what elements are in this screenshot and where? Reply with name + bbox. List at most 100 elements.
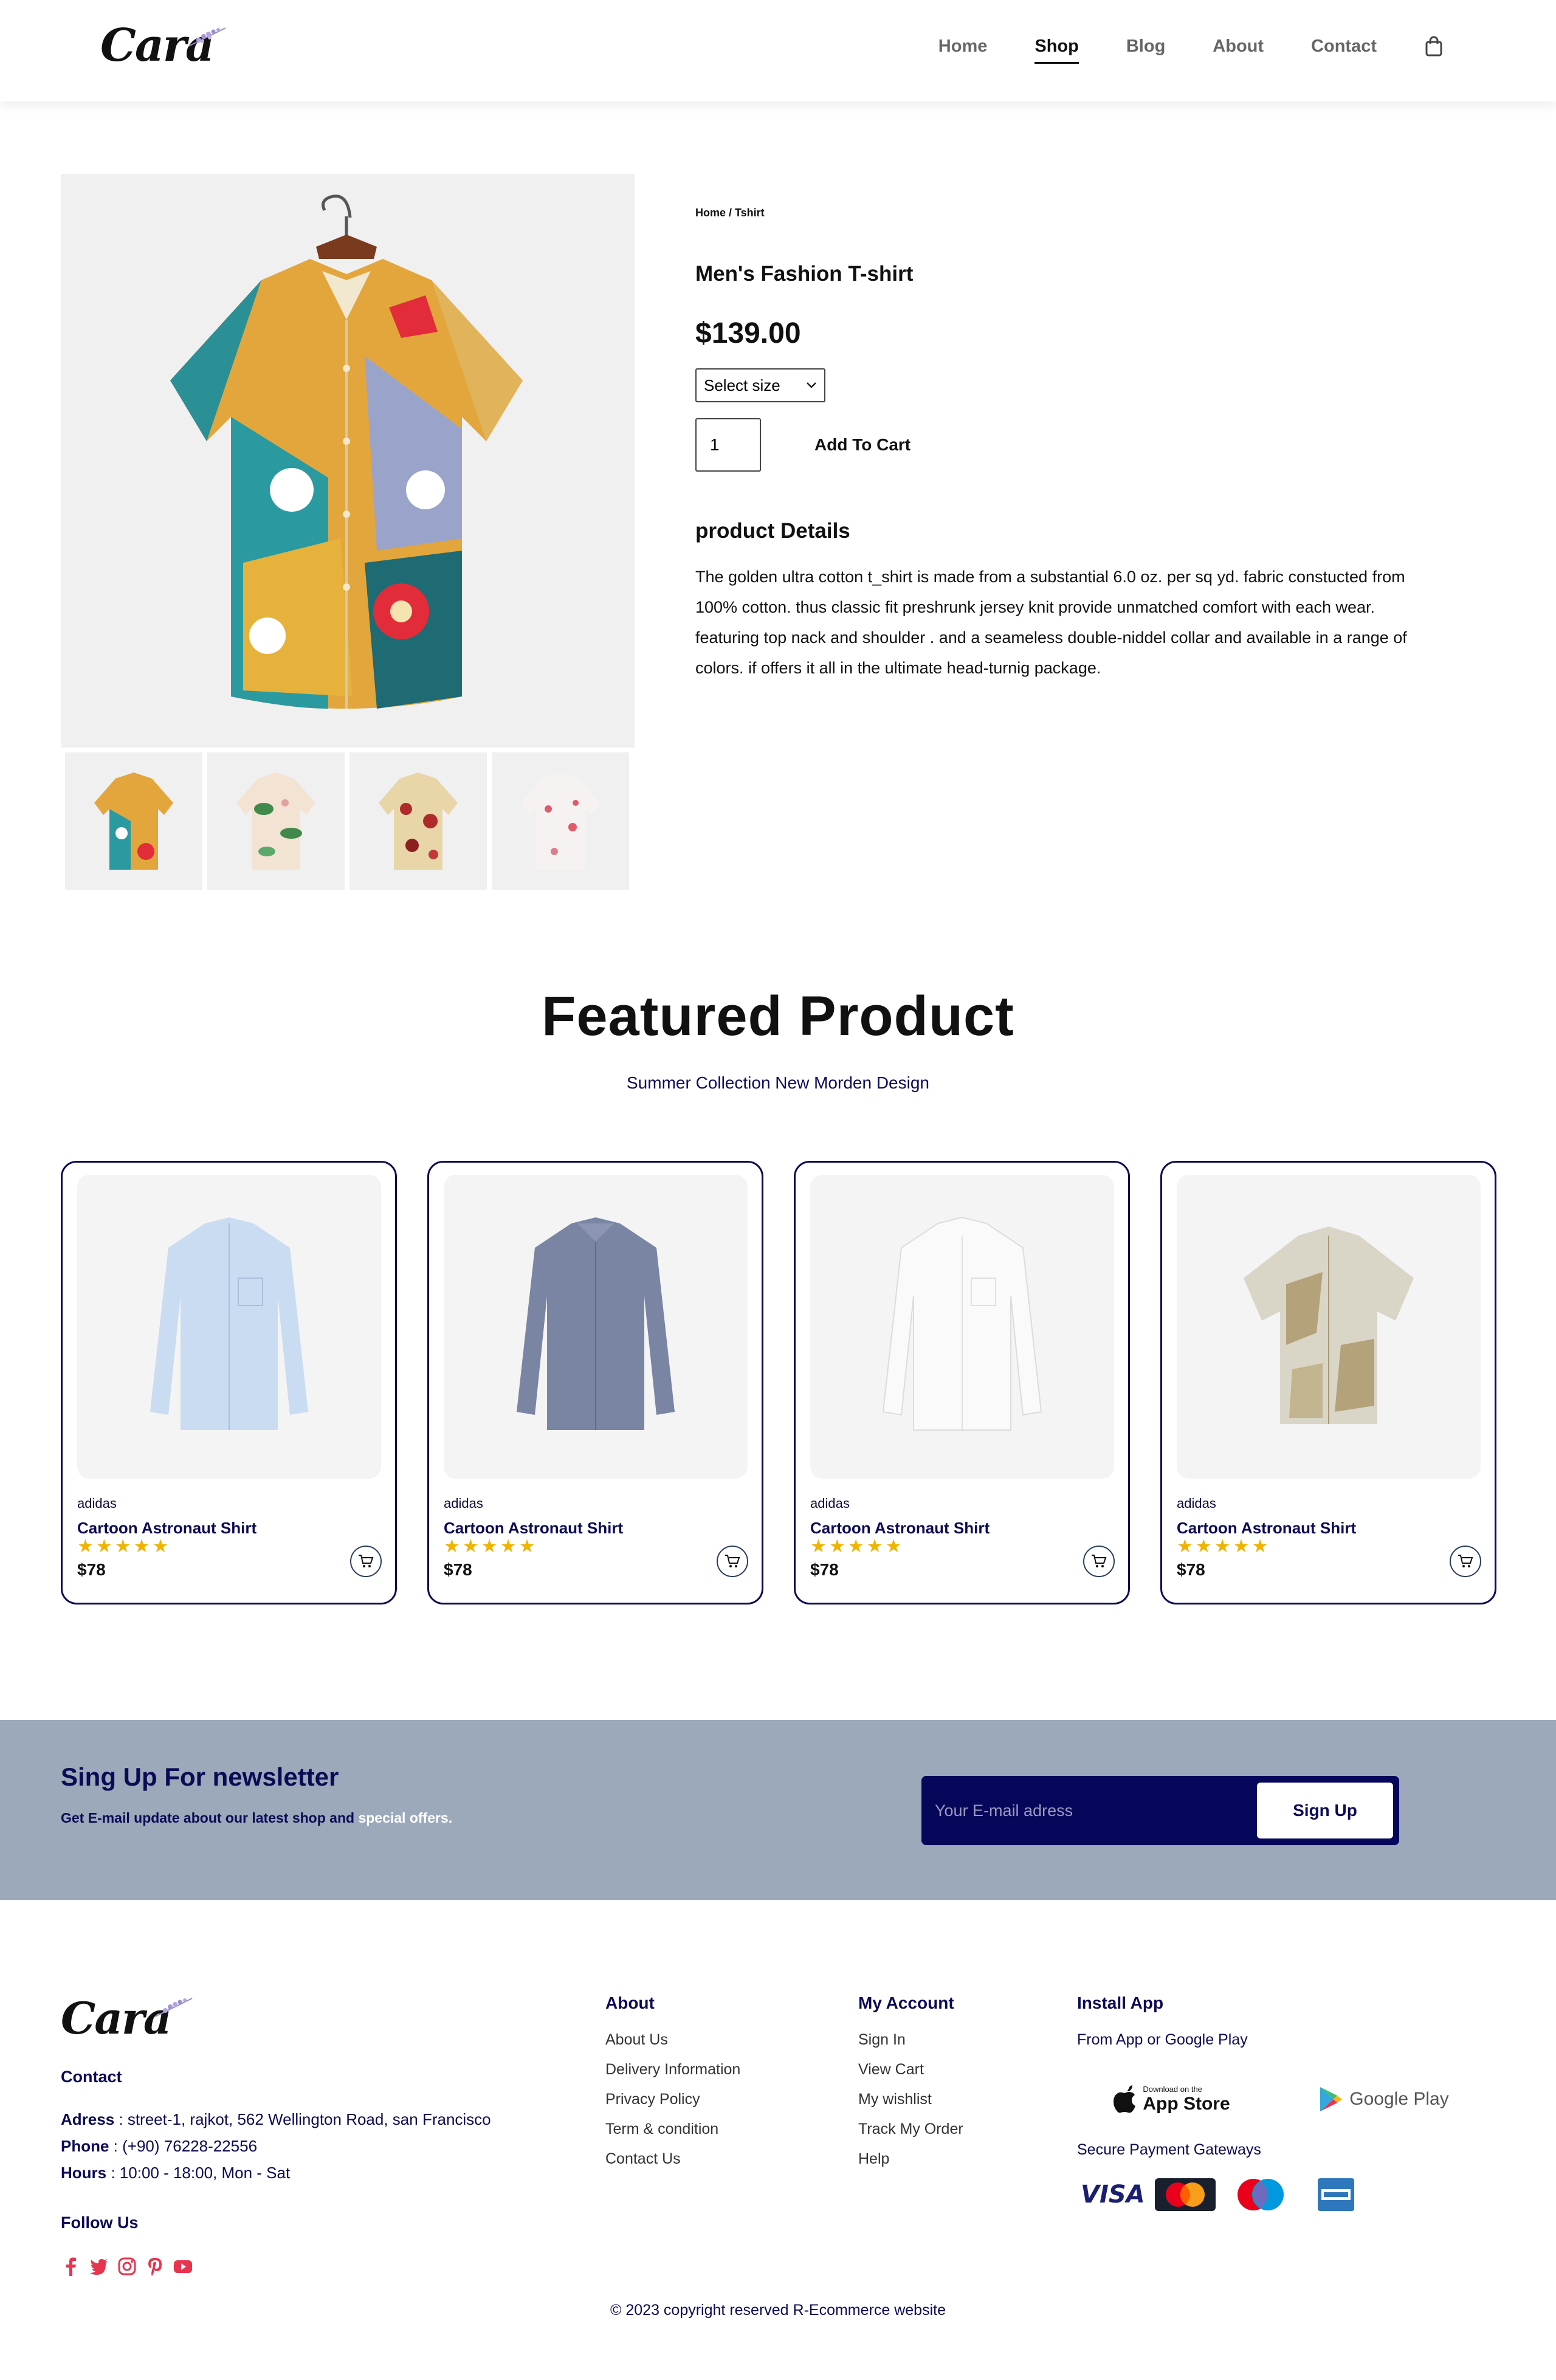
google-play-icon bbox=[1320, 2087, 1343, 2111]
pinterest-icon[interactable] bbox=[145, 2256, 165, 2277]
product-card[interactable]: adidas Cartoon Astronaut Shirt ★★★★★ $78 bbox=[794, 1161, 1130, 1604]
add-to-cart-button[interactable] bbox=[717, 1546, 748, 1577]
add-to-cart-button[interactable] bbox=[350, 1546, 382, 1577]
link-sign-in[interactable]: Sign In bbox=[858, 2031, 963, 2049]
logo[interactable]: Cara bbox=[100, 19, 226, 74]
nav-blog[interactable]: Blog bbox=[1126, 36, 1165, 57]
shirt-thumb-multicolor bbox=[94, 772, 173, 870]
google-play-badge[interactable]: Google Play bbox=[1290, 2079, 1478, 2119]
featured-subtitle: Summer Collection New Morden Design bbox=[627, 1073, 929, 1092]
product-card-image bbox=[810, 1175, 1114, 1479]
shirt-thumb-white-floral bbox=[521, 772, 600, 870]
product-card[interactable]: adidas Cartoon Astronaut Shirt ★★★★★ $78 bbox=[61, 1161, 397, 1604]
nav-about[interactable]: About bbox=[1213, 36, 1264, 57]
link-view-cart[interactable]: View Cart bbox=[858, 2061, 963, 2079]
link-wishlist[interactable]: My wishlist bbox=[858, 2091, 963, 2108]
app-store-big-text: App Store bbox=[1143, 2093, 1230, 2114]
product-price: $78 bbox=[810, 1560, 839, 1579]
product-title: Men's Fashion T-shirt bbox=[695, 262, 914, 286]
product-price: $78 bbox=[444, 1560, 472, 1579]
cart-row: 1 Add To Cart bbox=[695, 418, 1425, 472]
shopping-bag-icon[interactable] bbox=[1424, 35, 1444, 57]
lavender-flower-icon bbox=[188, 27, 226, 47]
newsletter-subtitle: Get E-mail update about our latest shop … bbox=[61, 1810, 452, 1826]
size-select[interactable]: Select size bbox=[695, 368, 825, 402]
nav-home[interactable]: Home bbox=[938, 36, 988, 57]
rating-stars: ★★★★★ bbox=[77, 1536, 171, 1556]
rating-stars: ★★★★★ bbox=[1177, 1536, 1271, 1556]
main-nav: Home Shop Blog About Contact bbox=[938, 35, 1444, 64]
rating-stars: ★★★★★ bbox=[444, 1536, 538, 1556]
link-privacy-policy[interactable]: Privacy Policy bbox=[605, 2091, 740, 2108]
quantity-input[interactable]: 1 bbox=[695, 418, 761, 472]
thumbnail-4[interactable] bbox=[492, 752, 629, 890]
youtube-icon[interactable] bbox=[173, 2256, 193, 2277]
mastercard-icon bbox=[1155, 2178, 1216, 2211]
thumbnail-gallery bbox=[65, 752, 629, 890]
newsletter-title: Sing Up For newsletter bbox=[61, 1763, 339, 1791]
shirt-light-blue bbox=[150, 1217, 308, 1430]
shirt-thumb-floral-red bbox=[379, 772, 458, 870]
american-express-icon bbox=[1318, 2178, 1354, 2211]
instagram-icon[interactable] bbox=[117, 2256, 137, 2277]
account-heading: My Account bbox=[858, 1993, 954, 2012]
footer-logo[interactable]: Cara bbox=[61, 1992, 193, 2047]
social-links bbox=[61, 2256, 193, 2277]
cart-icon bbox=[1458, 1555, 1473, 1567]
product-brand: adidas bbox=[1177, 1496, 1216, 1511]
add-to-cart-button[interactable] bbox=[1083, 1546, 1115, 1577]
address-label: Adress bbox=[61, 2110, 115, 2128]
rating-stars: ★★★★★ bbox=[810, 1536, 904, 1556]
svg-text:VISA: VISA bbox=[1081, 2181, 1143, 2209]
twitter-icon[interactable] bbox=[89, 2256, 109, 2277]
product-brand: adidas bbox=[444, 1496, 483, 1511]
app-store-label: Download on the App Store bbox=[1143, 2085, 1230, 2114]
newsletter-section: Sing Up For newsletter Get E-mail update… bbox=[0, 1720, 1556, 1900]
product-card[interactable]: adidas Cartoon Astronaut Shirt ★★★★★ $78 bbox=[427, 1161, 763, 1604]
maestro-icon bbox=[1238, 2179, 1284, 2210]
payment-methods: VISA bbox=[1077, 2175, 1478, 2215]
product-name: Cartoon Astronaut Shirt bbox=[810, 1519, 990, 1537]
address-value: : street-1, rajkot, 562 Wellington Road,… bbox=[114, 2110, 491, 2128]
facebook-icon[interactable] bbox=[61, 2256, 81, 2277]
shirt-grey-blue bbox=[517, 1217, 675, 1430]
newsletter-subtitle-main: Get E-mail update about our latest shop … bbox=[61, 1810, 359, 1826]
product-card[interactable]: adidas Cartoon Astronaut Shirt ★★★★★ $78 bbox=[1160, 1161, 1496, 1604]
link-terms[interactable]: Term & condition bbox=[605, 2120, 740, 2138]
shirt-image bbox=[170, 194, 523, 709]
breadcrumb[interactable]: Home / Tshirt bbox=[695, 207, 1425, 219]
nav-contact[interactable]: Contact bbox=[1311, 36, 1377, 57]
cart-icon bbox=[725, 1555, 740, 1567]
chevron-down-icon bbox=[807, 382, 816, 388]
link-help[interactable]: Help bbox=[858, 2150, 963, 2168]
link-about-us[interactable]: About Us bbox=[605, 2031, 740, 2049]
lavender-flower-icon bbox=[154, 1998, 193, 2017]
app-stores: Download on the App Store Google Play bbox=[1077, 2079, 1478, 2119]
site-header: Cara Home Shop Blog About Contact bbox=[0, 0, 1556, 101]
newsletter-subtitle-highlight: special offers. bbox=[358, 1810, 453, 1826]
phone-value: : (+90) 76228-22556 bbox=[109, 2137, 258, 2155]
cart-icon bbox=[1092, 1555, 1107, 1567]
product-cards: adidas Cartoon Astronaut Shirt ★★★★★ $78… bbox=[61, 1161, 1496, 1604]
details-heading: product Details bbox=[695, 519, 850, 543]
shirt-thumb-tropical bbox=[236, 772, 315, 870]
link-delivery-information[interactable]: Delivery Information bbox=[605, 2061, 740, 2079]
hours-label: Hours bbox=[61, 2164, 107, 2182]
product-card-image bbox=[444, 1175, 748, 1479]
nav-shop[interactable]: Shop bbox=[1034, 36, 1079, 64]
about-column: About About Us Delivery Information Priv… bbox=[605, 1993, 740, 2180]
add-to-cart-button[interactable] bbox=[1450, 1546, 1481, 1577]
link-track-order[interactable]: Track My Order bbox=[858, 2120, 963, 2138]
add-to-cart-button[interactable]: Add To Cart bbox=[814, 435, 911, 455]
hours-value: : 10:00 - 18:00, Mon - Sat bbox=[106, 2164, 291, 2182]
product-card-image bbox=[1177, 1175, 1481, 1479]
app-store-badge[interactable]: Download on the App Store bbox=[1077, 2079, 1265, 2119]
cart-icon bbox=[359, 1555, 374, 1567]
product-name: Cartoon Astronaut Shirt bbox=[1177, 1519, 1357, 1537]
email-input[interactable]: Your E-mail adress bbox=[935, 1801, 1257, 1820]
sign-up-button[interactable]: Sign Up bbox=[1257, 1783, 1393, 1838]
link-contact-us[interactable]: Contact Us bbox=[605, 2150, 740, 2168]
thumbnail-2[interactable] bbox=[207, 752, 345, 890]
thumbnail-1[interactable] bbox=[65, 752, 202, 890]
thumbnail-3[interactable] bbox=[349, 752, 487, 890]
